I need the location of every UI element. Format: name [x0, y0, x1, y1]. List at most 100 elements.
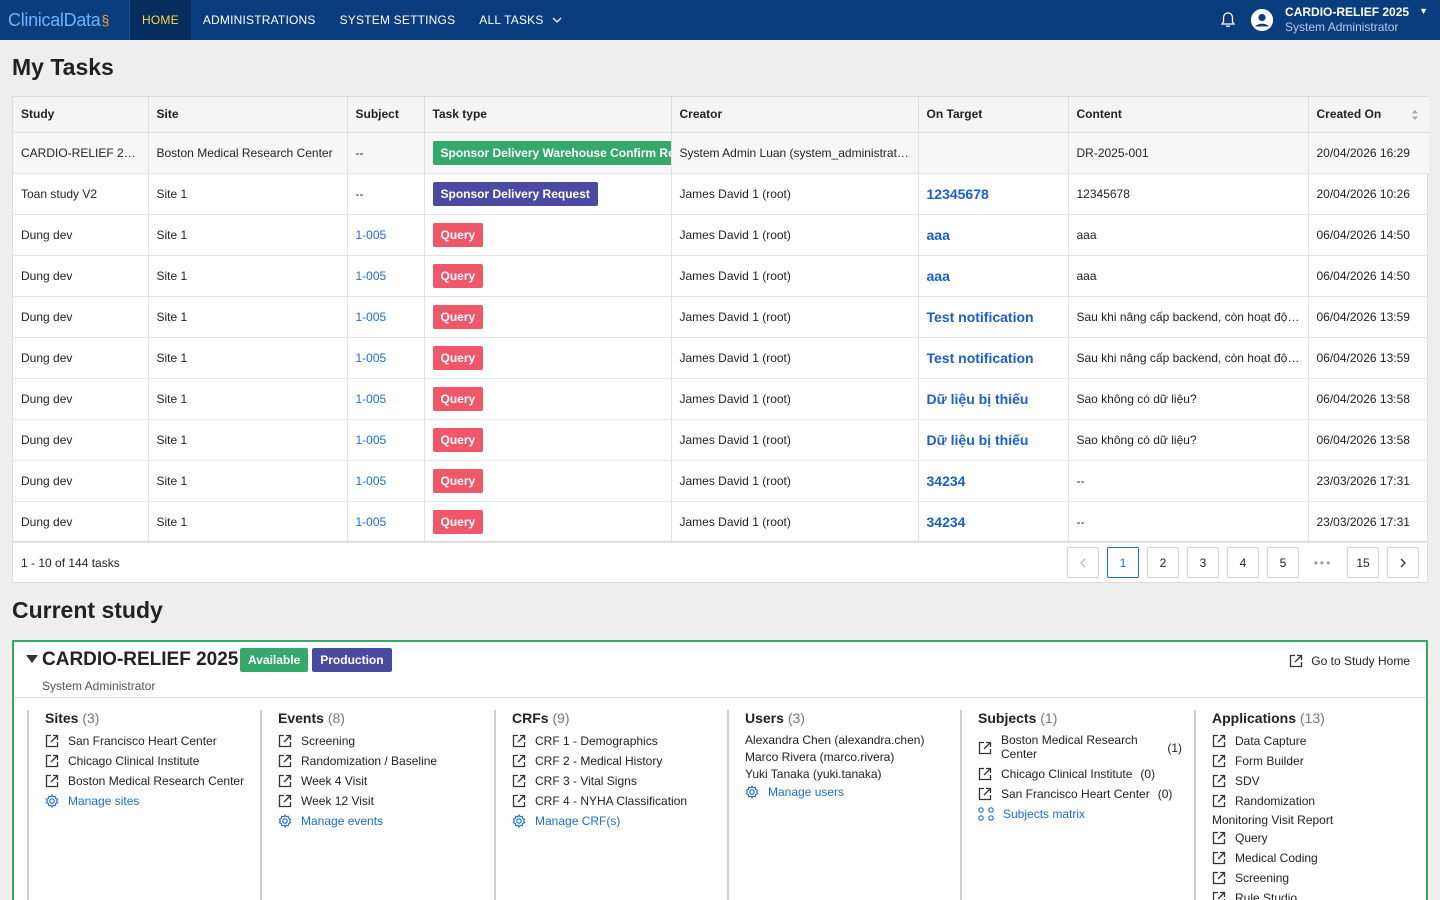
manage-users-label: Manage users: [768, 785, 845, 799]
manage-sites-link[interactable]: Manage sites: [45, 791, 247, 811]
table-row[interactable]: Dung dev Site 1 1-005 Query James David 1 (r…: [13, 419, 1429, 461]
table-row[interactable]: Dung dev Site 1 1-005 Query James David 1 (r…: [13, 255, 1429, 297]
column-header-site[interactable]: Site: [148, 97, 348, 133]
page-button-5[interactable]: 5: [1267, 547, 1299, 578]
page-button-4[interactable]: 4: [1227, 547, 1259, 578]
on-target-link[interactable]: Dữ liệu bị thiếu: [927, 391, 1029, 407]
column-header-task-type[interactable]: Task type: [424, 97, 672, 133]
event-item[interactable]: Week 4 Visit: [278, 771, 480, 791]
page-button-2[interactable]: 2: [1147, 547, 1179, 578]
subject-link[interactable]: 1-005: [356, 310, 387, 324]
users-label: Users: [745, 710, 784, 726]
page-ellipsis[interactable]: •••: [1307, 547, 1339, 578]
task-type-badge: Query: [432, 222, 484, 247]
event-item-label: Week 12 Visit: [301, 794, 374, 808]
column-header-content[interactable]: Content: [1068, 97, 1309, 133]
table-row[interactable]: Dung dev Site 1 1-005 Query James David 1 (r…: [13, 337, 1429, 379]
subject-link[interactable]: 1-005: [356, 515, 387, 529]
crf-item[interactable]: CRF 4 - NYHA Classification: [512, 791, 714, 811]
event-item[interactable]: Week 12 Visit: [278, 791, 480, 811]
crf-item-label: CRF 2 - Medical History: [535, 754, 663, 768]
logo-mark-icon: §: [101, 12, 110, 28]
event-item[interactable]: Randomization / Baseline: [278, 751, 480, 771]
site-item[interactable]: Boston Medical Research Center: [45, 771, 247, 791]
application-item[interactable]: Data Capture: [1212, 731, 1414, 751]
user-item: Yuki Tanaka (yuki.tanaka): [745, 765, 947, 782]
page-button-15[interactable]: 15: [1347, 547, 1379, 578]
sort-icon[interactable]: [1411, 109, 1419, 121]
on-target-link[interactable]: Test notification: [927, 350, 1034, 366]
application-item[interactable]: Medical Coding: [1212, 848, 1414, 868]
subject-link[interactable]: 1-005: [356, 228, 387, 242]
manage-crfs-link[interactable]: Manage CRF(s): [512, 811, 714, 831]
cell-subject: 1-005: [347, 296, 425, 338]
subjects-matrix-link[interactable]: Subjects matrix: [978, 804, 1182, 824]
subjects-column: Subjects (1) Boston Medical Research Cen…: [960, 710, 1182, 900]
on-target-link[interactable]: aaa: [927, 227, 950, 243]
go-to-study-home-link[interactable]: Go to Study Home: [1289, 654, 1410, 668]
column-header-creator[interactable]: Creator: [671, 97, 919, 133]
nav-system-settings[interactable]: SYSTEM SETTINGS: [328, 0, 468, 40]
subject-link[interactable]: 1-005: [356, 392, 387, 406]
column-header-subject[interactable]: Subject: [347, 97, 425, 133]
site-item[interactable]: San Francisco Heart Center: [45, 731, 247, 751]
table-row[interactable]: Dung dev Site 1 1-005 Query James David 1 (r…: [13, 296, 1429, 338]
table-row[interactable]: Dung dev Site 1 1-005 Query James David 1 (r…: [13, 460, 1429, 502]
user-menu[interactable]: CARDIO-RELIEF 2025 System Administrator: [1285, 5, 1409, 35]
nav-all-tasks[interactable]: ALL TASKS: [467, 0, 573, 40]
application-item[interactable]: SDV: [1212, 771, 1414, 791]
on-target-link[interactable]: Test notification: [927, 309, 1034, 325]
table-row[interactable]: Dung dev Site 1 1-005 Query James David 1 (r…: [13, 214, 1429, 256]
crf-item[interactable]: CRF 3 - Vital Signs: [512, 771, 714, 791]
on-target-link[interactable]: 34234: [927, 473, 966, 489]
application-item[interactable]: Rule Studio: [1212, 888, 1414, 900]
external-link-icon: [1212, 794, 1226, 808]
subject-link[interactable]: 1-005: [356, 474, 387, 488]
subject-link[interactable]: 1-005: [356, 433, 387, 447]
application-item[interactable]: Randomization: [1212, 791, 1414, 811]
nav-administrations[interactable]: ADMINISTRATIONS: [191, 0, 328, 40]
external-link-icon: [278, 794, 292, 808]
app-logo[interactable]: ClinicalData §: [0, 0, 130, 40]
tasks-table: Study Site Subject Task type Creator On …: [13, 97, 1429, 543]
on-target-link[interactable]: 34234: [927, 514, 966, 530]
on-target-link[interactable]: aaa: [927, 268, 950, 284]
on-target-link[interactable]: Dữ liệu bị thiếu: [927, 432, 1029, 448]
caret-down-icon[interactable]: ▼: [1419, 6, 1428, 16]
cell-creator: James David 1 (root): [671, 501, 919, 543]
avatar[interactable]: [1251, 9, 1274, 31]
bell-icon[interactable]: [1219, 11, 1237, 29]
subject-link[interactable]: 1-005: [356, 269, 387, 283]
nav-home[interactable]: HOME: [130, 0, 191, 40]
on-target-link[interactable]: 12345678: [927, 186, 989, 202]
event-item[interactable]: Screening: [278, 731, 480, 751]
crf-item-label: CRF 1 - Demographics: [535, 734, 658, 748]
table-row[interactable]: Toan study V2 Site 1 -- Sponsor Delivery Re…: [13, 173, 1429, 215]
table-row[interactable]: Dung dev Site 1 1-005 Query James David 1 (r…: [13, 501, 1429, 543]
table-row[interactable]: CARDIO-RELIEF 2025 Boston Medical Researc…: [13, 132, 1429, 174]
subject-site-item[interactable]: San Francisco Heart Center (0): [978, 784, 1182, 804]
subject-link[interactable]: 1-005: [356, 351, 387, 365]
subject-site-item[interactable]: Chicago Clinical Institute (0): [978, 764, 1182, 784]
column-header-study[interactable]: Study: [13, 97, 149, 133]
application-item[interactable]: Query: [1212, 828, 1414, 848]
crf-item[interactable]: CRF 2 - Medical History: [512, 751, 714, 771]
manage-events-link[interactable]: Manage events: [278, 811, 480, 831]
column-header-created-on[interactable]: Created On: [1308, 97, 1429, 133]
crf-item[interactable]: CRF 1 - Demographics: [512, 731, 714, 751]
page-button-1[interactable]: 1: [1107, 547, 1139, 578]
page-button-3[interactable]: 3: [1187, 547, 1219, 578]
manage-users-link[interactable]: Manage users: [745, 782, 947, 802]
cell-content: Sao không có dữ liệu?: [1068, 419, 1309, 461]
cell-creator: James David 1 (root): [671, 460, 919, 502]
application-item[interactable]: Monitoring Visit Report: [1212, 811, 1414, 828]
column-header-on-target[interactable]: On Target: [918, 97, 1069, 133]
collapse-caret-icon[interactable]: [26, 654, 38, 664]
application-item[interactable]: Screening: [1212, 868, 1414, 888]
application-item[interactable]: Form Builder: [1212, 751, 1414, 771]
site-item[interactable]: Chicago Clinical Institute: [45, 751, 247, 771]
prev-page-button[interactable]: [1067, 547, 1099, 578]
next-page-button[interactable]: [1387, 547, 1419, 578]
table-row[interactable]: Dung dev Site 1 1-005 Query James David 1 (r…: [13, 378, 1429, 420]
subject-site-item[interactable]: Boston Medical Research Center (1): [978, 731, 1182, 764]
